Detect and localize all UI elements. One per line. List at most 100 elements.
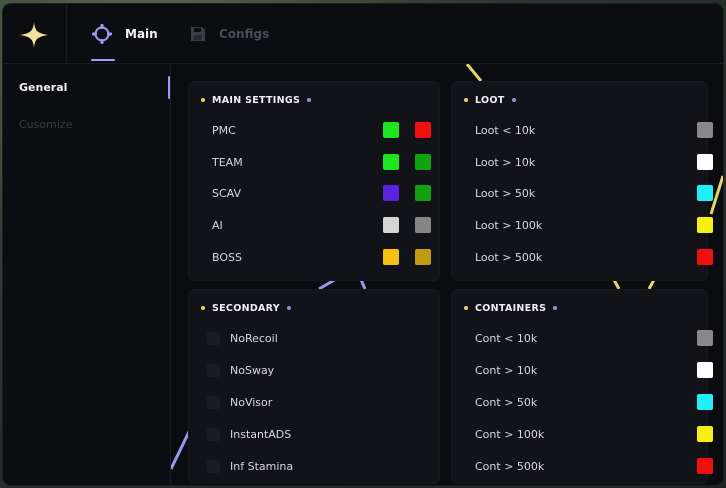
color-swatch-visible[interactable] (383, 154, 399, 170)
color-swatch[interactable] (697, 362, 713, 378)
list-item: Loot < 10k (475, 120, 713, 140)
sidebar: General Cusomize (3, 64, 171, 485)
color-swatch[interactable] (697, 154, 713, 170)
color-swatch-visible[interactable] (383, 122, 399, 138)
row-label: Cont > 100k (475, 427, 545, 441)
row-label: Loot > 500k (475, 250, 543, 264)
app-window: Main Configs General Cusomize MAIN SETTI… (3, 4, 723, 485)
color-swatch-visible[interactable] (383, 185, 399, 201)
color-swatch[interactable] (697, 330, 713, 346)
color-swatch[interactable] (697, 249, 713, 265)
panel-containers: CONTAINERS Cont < 10k Cont > 10k Cont > … (452, 290, 713, 483)
checkbox[interactable] (207, 427, 220, 441)
panel-loot: LOOT Loot < 10k Loot > 10k Loot > 50k Lo… (452, 82, 713, 280)
row-label: BOSS (212, 250, 242, 264)
title-dot-icon (286, 306, 291, 310)
list-item: BOSS (212, 247, 439, 267)
color-swatch[interactable] (697, 185, 713, 201)
panel-main-settings: MAIN SETTINGS PMC TEAM SCAV AI BOSS (189, 82, 439, 280)
checkbox[interactable] (207, 459, 220, 473)
color-swatch[interactable] (697, 217, 713, 233)
tab-main-label: Main (125, 26, 158, 41)
panel-title-text: SECONDARY (212, 302, 280, 314)
checkbox[interactable] (207, 363, 220, 377)
panel-title-text: LOOT (475, 94, 505, 106)
title-dot-icon (464, 306, 468, 310)
color-swatch[interactable] (697, 458, 713, 474)
title-dot-icon (464, 98, 468, 102)
list-item: SCAV (212, 183, 439, 203)
row-label: Inf Stamina (230, 459, 294, 473)
row-label: TEAM (212, 155, 243, 169)
title-dot-icon (553, 306, 558, 310)
row-label: InstantADS (230, 427, 292, 441)
list-item: Cont > 10k (475, 360, 713, 380)
row-label: AI (212, 218, 223, 232)
sidebar-item-general[interactable]: General (19, 81, 67, 94)
panel-title: CONTAINERS (464, 300, 558, 316)
title-dot-icon (201, 306, 205, 310)
panel-title: SECONDARY (201, 300, 291, 316)
tab-main[interactable]: Main (91, 4, 158, 63)
panel-title: LOOT (464, 92, 516, 108)
list-item: AI (212, 215, 439, 235)
row-label: Loot > 10k (475, 155, 536, 169)
content-area: MAIN SETTINGS PMC TEAM SCAV AI BOSS LOOT… (171, 64, 723, 485)
list-item: Cont > 100k (475, 424, 713, 444)
row-label: NoVisor (230, 395, 273, 409)
sparkle-icon (20, 22, 48, 48)
row-label: Cont > 10k (475, 363, 538, 377)
active-tab-indicator (91, 59, 115, 61)
panel-secondary: SECONDARY NoRecoil NoSway NoVisor Instan… (189, 290, 439, 483)
list-item: Loot > 50k (475, 183, 713, 203)
list-item: Loot > 100k (475, 215, 713, 235)
list-item: NoSway (207, 360, 439, 380)
color-swatch-visible[interactable] (383, 217, 399, 233)
color-swatch-hidden[interactable] (415, 122, 431, 138)
color-swatch-visible[interactable] (383, 249, 399, 265)
row-label: Loot < 10k (475, 123, 536, 137)
row-label: Loot > 50k (475, 186, 536, 200)
color-swatch[interactable] (697, 426, 713, 442)
panel-title-text: MAIN SETTINGS (212, 94, 301, 106)
color-swatch-hidden[interactable] (415, 154, 431, 170)
checkbox[interactable] (207, 331, 220, 345)
sidebar-item-customize[interactable]: Cusomize (19, 118, 72, 131)
row-label: PMC (212, 123, 236, 137)
color-swatch[interactable] (697, 122, 713, 138)
list-item: Inf Stamina (207, 456, 439, 476)
list-item: TEAM (212, 152, 439, 172)
title-dot-icon (201, 98, 205, 102)
panel-title-text: CONTAINERS (475, 302, 547, 314)
list-item: Cont > 500k (475, 456, 713, 476)
title-dot-icon (511, 98, 516, 102)
list-item: Cont > 50k (475, 392, 713, 412)
tab-configs[interactable]: Configs (189, 4, 269, 63)
sidebar-active-indicator (168, 76, 170, 99)
row-label: NoRecoil (230, 331, 278, 345)
row-label: Cont > 50k (475, 395, 538, 409)
crosshair-icon (92, 23, 112, 44)
title-dot-icon (307, 98, 312, 102)
list-item: NoVisor (207, 392, 439, 412)
list-item: Loot > 500k (475, 247, 713, 267)
color-swatch-hidden[interactable] (415, 185, 431, 201)
color-swatch-hidden[interactable] (415, 217, 431, 233)
list-item: InstantADS (207, 424, 439, 444)
row-label: NoSway (230, 363, 275, 377)
row-label: SCAV (212, 186, 242, 200)
row-label: Cont < 10k (475, 331, 538, 345)
color-swatch[interactable] (697, 394, 713, 410)
list-item: PMC (212, 120, 439, 140)
divider (66, 4, 67, 63)
tab-configs-label: Configs (219, 26, 270, 41)
save-icon (191, 26, 205, 41)
list-item: Loot > 10k (475, 152, 713, 172)
row-label: Loot > 100k (475, 218, 543, 232)
color-swatch-hidden[interactable] (415, 249, 431, 265)
list-item: Cont < 10k (475, 328, 713, 348)
row-label: Cont > 500k (475, 459, 545, 473)
top-bar: Main Configs (3, 4, 723, 64)
checkbox[interactable] (207, 395, 220, 409)
list-item: NoRecoil (207, 328, 439, 348)
